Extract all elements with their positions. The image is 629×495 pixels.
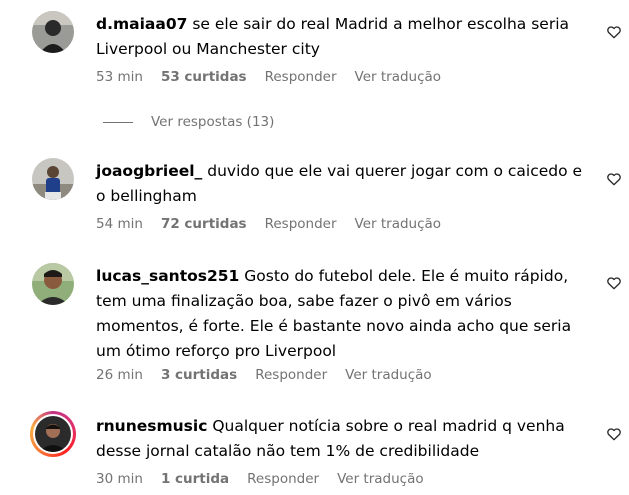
likes-count[interactable]: 1 curtida <box>161 471 229 487</box>
heart-outline-icon[interactable] <box>606 426 622 442</box>
likes-count[interactable]: 72 curtidas <box>161 216 247 232</box>
view-replies-button[interactable]: Ver respostas (13) <box>103 114 274 130</box>
comment-meta: 53 min 53 curtidas Responder Ver tradução <box>96 69 459 85</box>
comment-meta: 30 min 1 curtida Responder Ver tradução <box>96 471 442 487</box>
reply-button[interactable]: Responder <box>247 471 319 487</box>
comment-username[interactable]: joaogbrieel_ <box>96 162 202 180</box>
avatar[interactable] <box>32 11 74 53</box>
avatar-image <box>35 416 71 452</box>
comment-time: 53 min <box>96 69 143 85</box>
story-ring <box>33 414 73 454</box>
avatar[interactable] <box>32 263 74 305</box>
likes-count[interactable]: 53 curtidas <box>161 69 247 85</box>
comment-time: 54 min <box>96 216 143 232</box>
comment-meta: 26 min 3 curtidas Responder Ver tradução <box>96 367 450 383</box>
avatar-image <box>32 158 74 200</box>
heart-outline-icon[interactable] <box>606 275 622 291</box>
comment-username[interactable]: lucas_santos251 <box>96 267 239 285</box>
translate-button[interactable]: Ver tradução <box>355 216 442 232</box>
reply-button[interactable]: Responder <box>265 216 337 232</box>
heart-outline-icon[interactable] <box>606 24 622 40</box>
translate-button[interactable]: Ver tradução <box>345 367 432 383</box>
comment-time: 30 min <box>96 471 143 487</box>
comment-text: rnunesmusic Qualquer notícia sobre o rea… <box>96 414 591 464</box>
comment-username[interactable]: rnunesmusic <box>96 417 207 435</box>
heart-outline-icon[interactable] <box>606 171 622 187</box>
comment-meta: 54 min 72 curtidas Responder Ver tradução <box>96 216 459 232</box>
comment-time: 26 min <box>96 367 143 383</box>
comment-text: lucas_santos251 Gosto do futebol dele. E… <box>96 264 591 364</box>
comment-text: joaogbrieel_ duvido que ele vai querer j… <box>96 159 591 209</box>
avatar-image <box>32 11 74 53</box>
likes-count[interactable]: 3 curtidas <box>161 367 237 383</box>
divider-line <box>103 121 133 123</box>
translate-button[interactable]: Ver tradução <box>337 471 424 487</box>
reply-button[interactable]: Responder <box>265 69 337 85</box>
avatar[interactable] <box>32 158 74 200</box>
comment-username[interactable]: d.maiaa07 <box>96 15 187 33</box>
view-replies-label: Ver respostas (13) <box>151 114 275 130</box>
reply-button[interactable]: Responder <box>255 367 327 383</box>
translate-button[interactable]: Ver tradução <box>355 69 442 85</box>
avatar-image <box>32 263 74 305</box>
comment-text: d.maiaa07 se ele sair do real Madrid a m… <box>96 12 591 62</box>
avatar[interactable] <box>30 411 76 457</box>
